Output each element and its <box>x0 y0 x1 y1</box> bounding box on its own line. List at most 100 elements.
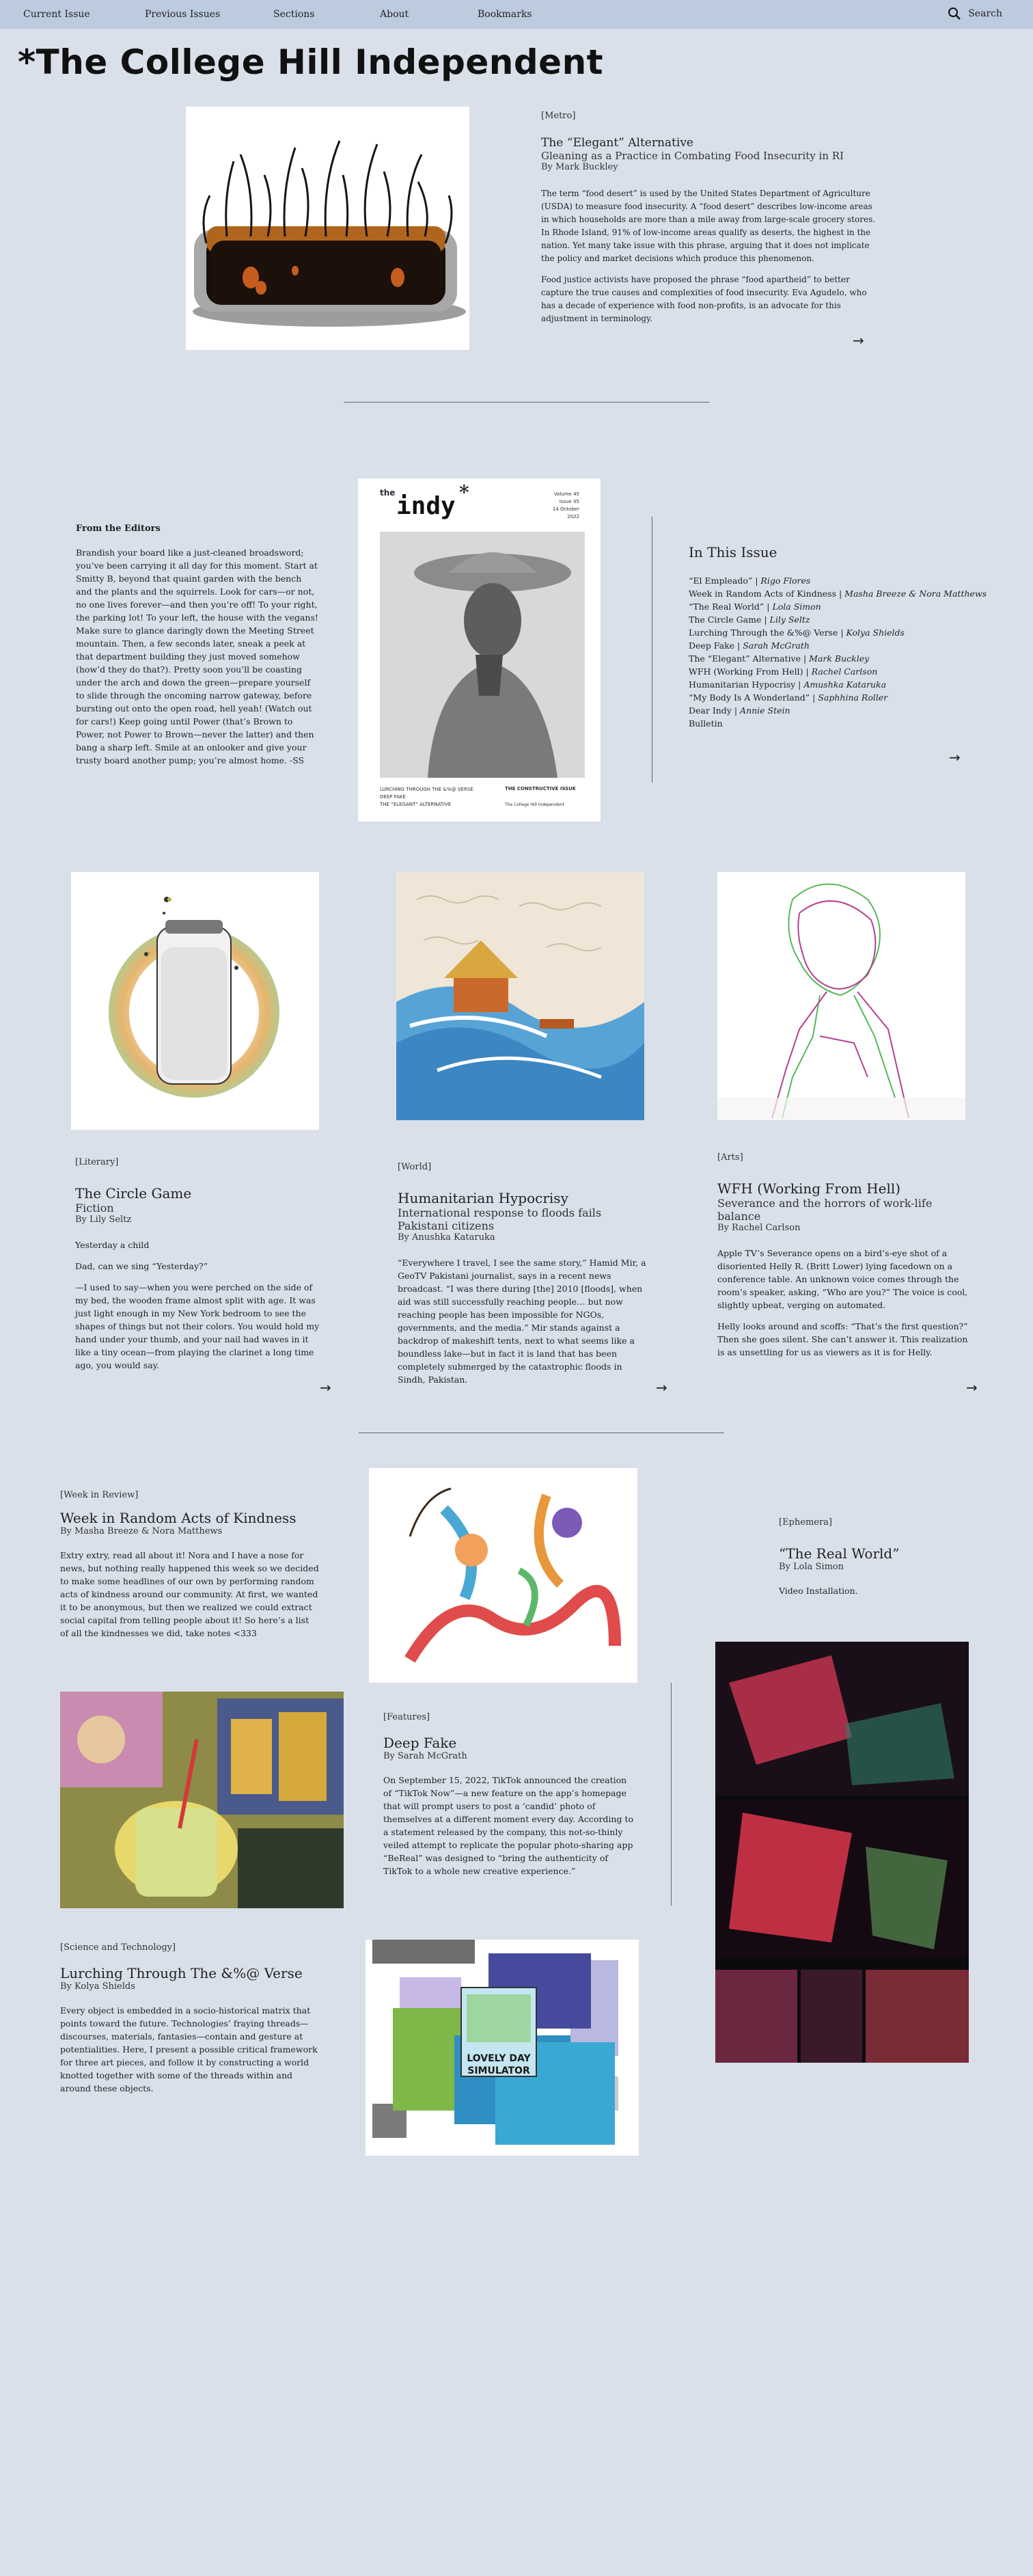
nav-about[interactable]: About <box>380 9 409 20</box>
ephemera-article[interactable]: [Ephemera] “The Real World” By Lola Simo… <box>779 1517 984 1597</box>
article-title[interactable]: The “Elegant” Alternative <box>541 136 876 150</box>
section-tag: [World] <box>398 1162 432 1172</box>
excerpt-paragraph: Dad, can we sing “Yesterday?” <box>75 1261 208 1271</box>
toc-list: “El Empleado” | Rigo Flores Week in Rand… <box>689 574 989 730</box>
feature-article[interactable]: [Metro] The “Elegant” Alternative Gleani… <box>541 111 876 334</box>
nav-current-issue[interactable]: Current Issue <box>23 9 90 20</box>
divider-vertical <box>671 1683 672 1906</box>
cover-photo <box>380 532 585 778</box>
ephemera-image[interactable] <box>715 1642 969 2063</box>
toc-item[interactable]: Deep Fake | Sarah McGrath <box>689 639 989 652</box>
excerpt-paragraph: The term “food desert” is used by the Un… <box>541 189 876 263</box>
excerpt-paragraph: —I used to say—when you were perched on … <box>75 1282 320 1370</box>
article-title[interactable]: Humanitarian Hypocrisy <box>398 1190 649 1206</box>
article-byline: By Kolya Shields <box>60 1981 135 1992</box>
garden-illustration <box>186 107 469 350</box>
lurching-article[interactable]: [Science and Technology] Lurching Throug… <box>60 1942 320 2095</box>
excerpt-paragraph: Food justice activists have proposed the… <box>541 275 867 323</box>
art-simulator: SIMULATOR <box>467 2065 530 2076</box>
toc-item[interactable]: “El Empleado” | Rigo Flores <box>689 574 989 587</box>
toc-item[interactable]: Bulletin <box>689 717 989 730</box>
divider <box>344 402 709 403</box>
figures-illustration <box>369 1468 637 1683</box>
toc-item[interactable]: The “Elegant” Alternative | Mark Buckley <box>689 652 989 665</box>
toc-item[interactable]: “My Body Is A Wonderland” | Saphhina Rol… <box>689 691 989 704</box>
section-tag: [Metro] <box>541 111 576 121</box>
article-title[interactable]: The Circle Game <box>75 1185 321 1202</box>
toc-item[interactable]: “The Real World” | Lola Simon <box>689 600 989 613</box>
world-image[interactable] <box>396 872 644 1120</box>
article-subtitle: Severance and the horrors of work-life b… <box>717 1197 933 1223</box>
search-label: Search <box>968 8 1002 19</box>
toc-item[interactable]: Dear Indy | Annie Stein <box>689 704 989 717</box>
article-subtitle: Fiction <box>75 1202 114 1215</box>
article-title[interactable]: WFH (Working From Hell) <box>717 1180 977 1197</box>
arrow-right-icon[interactable]: → <box>853 332 864 349</box>
literary-image[interactable] <box>71 872 319 1130</box>
article-excerpt: Every object is embedded in a socio-hist… <box>60 2005 318 2093</box>
article-excerpt: The term “food desert” is used by the Un… <box>541 187 876 325</box>
toc-item[interactable]: Humanitarian Hypocrisy | Amushka Kataruk… <box>689 678 989 691</box>
article-byline: By Mark Buckley <box>541 162 618 172</box>
jar-illustration <box>71 872 319 1130</box>
masthead[interactable]: *The College Hill Independent <box>18 42 603 82</box>
excerpt-paragraph: Apple TV’s Severance opens on a bird’s-e… <box>717 1248 968 1310</box>
arrow-right-icon[interactable]: → <box>949 749 961 765</box>
section-tag: [Literary] <box>75 1157 119 1167</box>
cover-theme: THE CONSTRUCTIVE ISSUE <box>505 786 576 791</box>
section-tag: [Arts] <box>717 1152 743 1163</box>
toc-item[interactable]: Week in Random Acts of Kindness | Masha … <box>689 587 989 600</box>
top-nav: Current Issue Previous Issues Sections A… <box>0 0 1033 29</box>
portrait-sketch <box>717 872 965 1120</box>
week-article[interactable]: [Week in Review] Week in Random Acts of … <box>60 1490 320 1640</box>
cover-footer: The College Hill Independent <box>505 802 564 807</box>
deepfake-top-image[interactable] <box>369 1468 637 1683</box>
toc-item[interactable]: Lurching Through the &%@ Verse | Kolya S… <box>689 626 989 639</box>
cover-issue: Issue 05 <box>559 499 579 504</box>
article-title[interactable]: “The Real World” <box>779 1545 984 1562</box>
article-byline: By Lola Simon <box>779 1562 844 1572</box>
folders-illustration: LOVELY DAY SIMULATOR <box>366 1940 639 2156</box>
nav-previous-issues[interactable]: Previous Issues <box>145 9 220 20</box>
editors-note: From the Editors Brandish your board lik… <box>76 524 319 767</box>
article-excerpt: Yesterday a child Dad, can we sing “Yest… <box>75 1238 321 1372</box>
article-excerpt: On September 15, 2022, TikTok announced … <box>383 1775 634 1876</box>
arts-article[interactable]: [Arts] WFH (Working From Hell) Severance… <box>717 1152 977 1367</box>
cover-logo: indy <box>396 492 456 520</box>
section-tag: [Features] <box>383 1712 430 1722</box>
literary-article[interactable]: [Literary] The Circle Game Fiction By Li… <box>75 1157 321 1380</box>
world-article[interactable]: [World] Humanitarian Hypocrisy Internati… <box>398 1162 649 1394</box>
toc-item[interactable]: The Circle Game | Lily Seltz <box>689 613 989 626</box>
nav-sections[interactable]: Sections <box>273 9 314 20</box>
collage-illustration <box>60 1692 344 1908</box>
section-tag: [Ephemera] <box>779 1517 833 1528</box>
asterisk-icon: * <box>459 481 469 504</box>
issue-cover[interactable]: the indy * Volume 45 Issue 05 14 October… <box>358 478 601 822</box>
arts-image[interactable] <box>717 872 965 1120</box>
nav-bookmarks[interactable]: Bookmarks <box>478 9 532 20</box>
arrow-right-icon[interactable]: → <box>966 1379 978 1396</box>
section-tag: [Science and Technology] <box>60 1942 176 1953</box>
week-image[interactable] <box>60 1692 344 1908</box>
toc-item[interactable]: WFH (Working From Hell) | Rachel Carlson <box>689 665 989 678</box>
arrow-right-icon[interactable]: → <box>320 1379 331 1396</box>
article-byline: By Rachel Carlson <box>717 1223 801 1233</box>
deepfake-article[interactable]: [Features] Deep Fake By Sarah McGrath On… <box>383 1712 636 1877</box>
cover-contents-item: THE “ELEGANT” ALTERNATIVE <box>380 802 452 807</box>
feature-image[interactable] <box>186 107 469 350</box>
search-button[interactable]: Search <box>948 7 1002 21</box>
cover-logo-small: the <box>380 488 396 498</box>
in-this-issue: In This Issue “El Empleado” | Rigo Flore… <box>689 544 989 730</box>
article-title[interactable]: Week in Random Acts of Kindness <box>60 1510 320 1526</box>
article-title[interactable]: Deep Fake <box>383 1735 636 1751</box>
arrow-right-icon[interactable]: → <box>656 1379 667 1396</box>
cover-date: 14 October 2022 <box>552 506 579 519</box>
article-byline: By Masha Breeze & Nora Matthews <box>60 1526 223 1536</box>
article-title[interactable]: Lurching Through The &%@ Verse <box>60 1965 320 1981</box>
excerpt-paragraph: “Everywhere I travel, I see the same sto… <box>398 1258 646 1385</box>
article-excerpt: “Everywhere I travel, I see the same sto… <box>398 1256 649 1386</box>
deepfake-bottom-image[interactable]: LOVELY DAY SIMULATOR <box>366 1940 639 2156</box>
excerpt-paragraph: Helly looks around and scoffs: “That’s t… <box>717 1321 968 1357</box>
article-byline: By Lily Seltz <box>75 1215 132 1225</box>
section-tag: [Week in Review] <box>60 1490 139 1500</box>
